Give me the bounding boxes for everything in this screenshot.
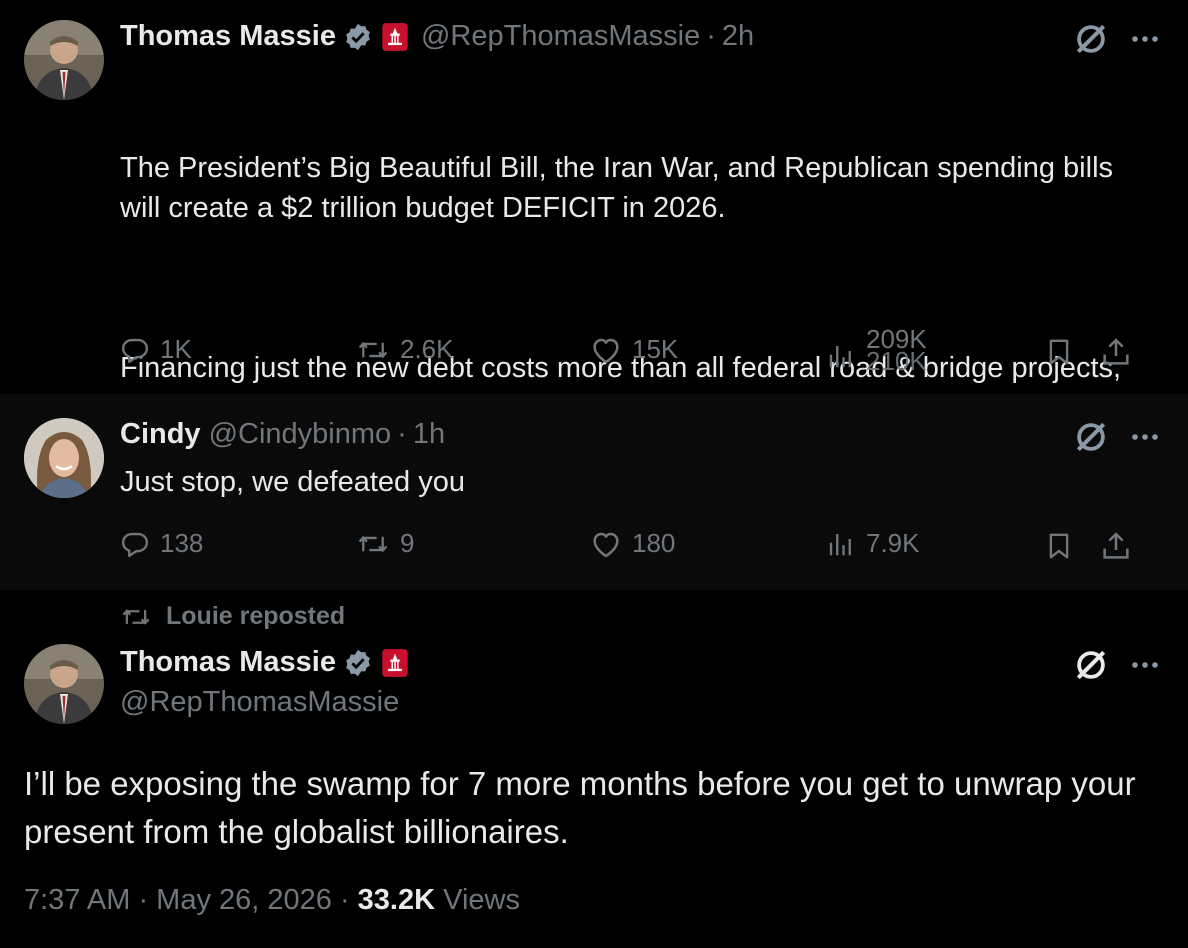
tweet-meta: 7:37 AM · May 26, 2026 · 33.2K Views bbox=[24, 884, 520, 917]
handle[interactable]: @RepThomasMassie bbox=[120, 686, 399, 719]
share-button[interactable] bbox=[1100, 336, 1142, 368]
grok-icon[interactable] bbox=[1072, 20, 1110, 58]
house-gop-badge-icon bbox=[382, 648, 408, 677]
tweet-text: Just stop, we defeated you bbox=[120, 466, 465, 498]
share-icon bbox=[1103, 338, 1129, 365]
views-counter: 209K 210K bbox=[866, 328, 927, 372]
handle[interactable]: @RepThomasMassie bbox=[421, 20, 700, 53]
like-count: 15K bbox=[632, 334, 679, 364]
like-icon bbox=[593, 532, 619, 557]
views-icon bbox=[829, 533, 851, 555]
repost-label: Louie reposted bbox=[166, 602, 346, 630]
timestamp[interactable]: 1h bbox=[413, 418, 445, 451]
views-icon bbox=[829, 346, 851, 368]
views-button[interactable]: 209K 210K bbox=[826, 328, 927, 372]
house-gop-badge-icon bbox=[382, 22, 408, 51]
bookmark-icon bbox=[1049, 533, 1069, 559]
like-icon bbox=[593, 338, 619, 363]
repost-count: 9 bbox=[400, 528, 415, 558]
more-icon[interactable] bbox=[1130, 431, 1160, 443]
like-count: 180 bbox=[632, 528, 676, 558]
handle[interactable]: @Cindybinmo bbox=[209, 418, 392, 451]
verified-badge-icon bbox=[346, 23, 370, 50]
repost-indicator[interactable]: Louie reposted bbox=[120, 602, 345, 631]
like-button[interactable]: 180 bbox=[590, 528, 675, 559]
views-label: Views bbox=[435, 884, 520, 916]
avatar[interactable] bbox=[24, 644, 104, 724]
share-icon bbox=[1103, 532, 1129, 559]
bookmark-icon bbox=[1049, 339, 1069, 365]
separator-dot: · bbox=[397, 418, 407, 450]
views-count-next: 210K bbox=[866, 346, 927, 372]
like-button[interactable]: 15K bbox=[590, 334, 678, 365]
tweet-3-focused: Louie reposted Thomas Massie @RepThomasM… bbox=[0, 590, 1188, 948]
reply-icon bbox=[121, 532, 149, 557]
separator-dot: · bbox=[706, 20, 716, 52]
action-bar: 138 9 180 7.9K bbox=[120, 522, 1160, 572]
tweet-1[interactable]: Thomas Massie @RepThomasMassie · 2h The … bbox=[0, 0, 1188, 424]
more-icon[interactable] bbox=[1130, 33, 1160, 45]
bookmark-button[interactable] bbox=[1044, 336, 1084, 368]
avatar[interactable] bbox=[24, 20, 104, 100]
avatar[interactable] bbox=[24, 418, 104, 498]
reply-button[interactable]: 1K bbox=[120, 334, 192, 365]
display-name[interactable]: Thomas Massie bbox=[120, 20, 336, 53]
grok-icon[interactable] bbox=[1072, 646, 1110, 684]
repost-icon bbox=[358, 535, 388, 552]
timestamp[interactable]: 7:37 AM · May 26, 2026 · bbox=[24, 884, 358, 916]
verified-badge-icon bbox=[346, 649, 370, 676]
views-button[interactable]: 7.9K bbox=[826, 528, 920, 559]
reply-count: 138 bbox=[160, 528, 204, 558]
repost-icon bbox=[358, 341, 388, 358]
more-icon[interactable] bbox=[1130, 659, 1160, 671]
bookmark-button[interactable] bbox=[1044, 530, 1084, 562]
views-count: 7.9K bbox=[866, 528, 920, 558]
share-button[interactable] bbox=[1100, 530, 1142, 562]
tweet-text: I’ll be exposing the swamp for 7 more mo… bbox=[24, 765, 1136, 850]
repost-icon bbox=[122, 609, 150, 624]
views-count: 33.2K bbox=[357, 884, 436, 916]
reply-count: 1K bbox=[160, 334, 192, 364]
display-name[interactable]: Cindy bbox=[120, 418, 201, 451]
repost-button[interactable]: 2.6K bbox=[356, 334, 454, 365]
repost-button[interactable]: 9 bbox=[356, 528, 414, 559]
timestamp[interactable]: 2h bbox=[722, 20, 754, 53]
grok-icon[interactable] bbox=[1072, 418, 1110, 456]
reply-icon bbox=[121, 338, 149, 363]
tweet-paragraph: The President’s Big Beautiful Bill, the … bbox=[120, 152, 1122, 224]
tweet-2[interactable]: Cindy @Cindybinmo · 1h Just stop, we def… bbox=[0, 394, 1188, 590]
reply-button[interactable]: 138 bbox=[120, 528, 203, 559]
repost-count: 2.6K bbox=[400, 334, 454, 364]
display-name[interactable]: Thomas Massie bbox=[120, 646, 336, 679]
action-bar: 1K 2.6K 15K 209K 210K bbox=[120, 328, 1160, 378]
